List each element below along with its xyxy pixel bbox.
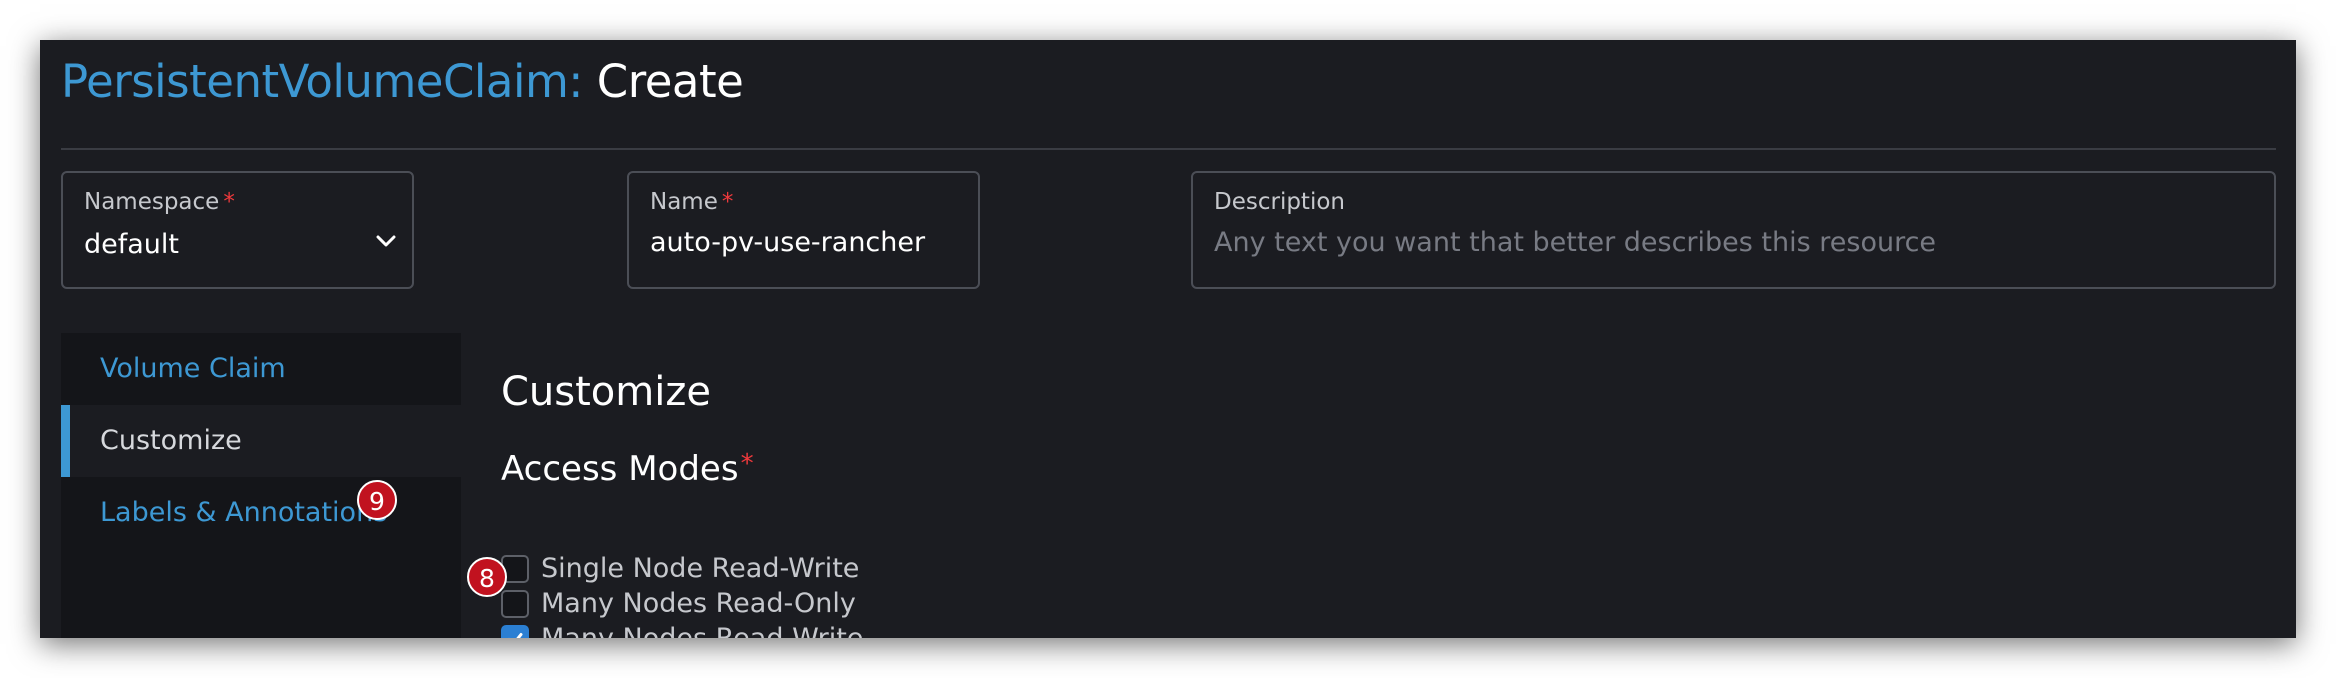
tab-customize[interactable]: Customize: [61, 405, 461, 477]
checkmark-icon: [509, 633, 523, 638]
resource-type-title: PersistentVolumeClaim:: [61, 55, 583, 108]
name-label: Name *: [650, 189, 734, 215]
action-title: Create: [596, 55, 744, 108]
namespace-select[interactable]: Namespace * default: [61, 171, 414, 289]
namespace-value: default: [84, 229, 180, 260]
customize-panel: Customize Access Modes* Single Node Read…: [461, 333, 2296, 638]
page-title: PersistentVolumeClaim: Create: [61, 54, 744, 110]
access-modes-title: Access Modes*: [501, 449, 754, 489]
description-input[interactable]: Any text you want that better describes …: [1214, 227, 1936, 258]
required-mark: *: [740, 449, 754, 479]
checkbox-label: Many Nodes Read-Write: [541, 621, 863, 638]
required-mark: *: [223, 189, 235, 215]
namespace-label: Namespace *: [84, 189, 235, 215]
annotation-badge-9: 9: [357, 480, 397, 520]
header-divider: [61, 148, 2276, 150]
section-title: Customize: [501, 369, 711, 415]
name-field[interactable]: Name * auto-pv-use-rancher: [627, 171, 980, 289]
annotation-badge-8: 8: [467, 557, 507, 597]
checkbox-label: Single Node Read-Write: [541, 553, 860, 584]
app-window: PersistentVolumeClaim: Create Namespace *…: [40, 40, 2296, 638]
tab-volume-claim[interactable]: Volume Claim: [61, 333, 461, 405]
chevron-down-icon[interactable]: [374, 229, 398, 253]
checkbox[interactable]: [501, 590, 529, 618]
description-label: Description: [1214, 189, 1345, 215]
tab-labels-annotations[interactable]: Labels & Annotations: [61, 477, 461, 549]
name-input[interactable]: auto-pv-use-rancher: [650, 227, 925, 258]
checkbox-label: Many Nodes Read-Only: [541, 588, 856, 619]
required-mark: *: [721, 189, 734, 215]
checkbox-checked[interactable]: [501, 625, 529, 638]
description-field[interactable]: Description Any text you want that bette…: [1191, 171, 2276, 289]
side-tabs: Volume Claim Customize Labels & Annotati…: [61, 333, 461, 638]
